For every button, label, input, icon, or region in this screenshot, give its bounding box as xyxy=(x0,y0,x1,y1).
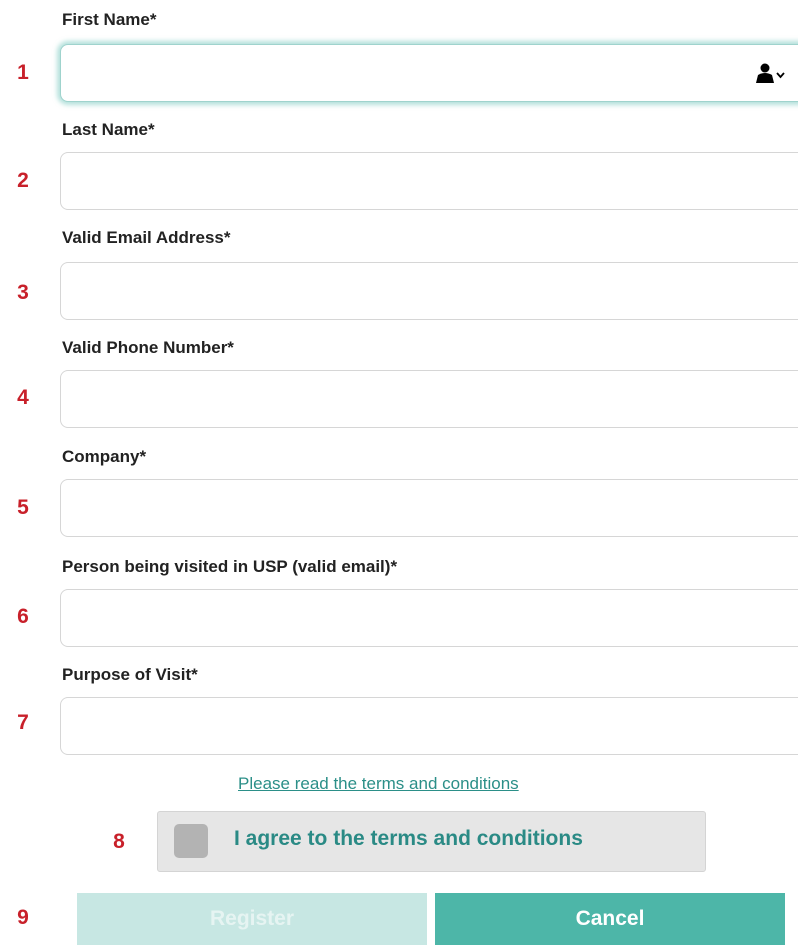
annotation-number: 2 xyxy=(17,169,29,192)
person-visited-input[interactable] xyxy=(75,590,739,648)
company-input[interactable] xyxy=(75,480,739,538)
purpose-input[interactable] xyxy=(75,698,739,756)
person-autofill-icon[interactable] xyxy=(755,62,787,84)
register-button[interactable]: Register xyxy=(77,893,427,945)
annotation-number: 9 xyxy=(17,906,29,929)
email-field[interactable] xyxy=(60,262,798,321)
annotation-number: 8 xyxy=(113,830,125,853)
person-visited-field[interactable] xyxy=(60,589,798,648)
annotation-number: 1 xyxy=(17,61,29,84)
purpose-label: Purpose of Visit* xyxy=(62,665,198,684)
annotation-number: 5 xyxy=(17,496,29,519)
annotation-number: 4 xyxy=(17,386,29,409)
first-name-field[interactable] xyxy=(60,44,798,103)
agree-label: I agree to the terms and conditions xyxy=(234,827,583,850)
phone-field[interactable] xyxy=(60,370,798,429)
last-name-label: Last Name* xyxy=(62,120,155,139)
first-name-label: First Name* xyxy=(62,10,157,29)
annotation-number: 7 xyxy=(17,711,29,734)
purpose-field[interactable] xyxy=(60,697,798,756)
email-input[interactable] xyxy=(75,263,739,321)
company-field[interactable] xyxy=(60,479,798,538)
terms-link[interactable]: Please read the terms and conditions xyxy=(238,774,519,794)
agree-terms-row[interactable]: I agree to the terms and conditions xyxy=(157,811,706,872)
annotation-number: 6 xyxy=(17,605,29,628)
person-visited-label: Person being visited in USP (valid email… xyxy=(62,557,398,576)
last-name-field[interactable] xyxy=(60,152,798,211)
phone-input[interactable] xyxy=(75,371,739,429)
email-label: Valid Email Address* xyxy=(62,228,231,247)
person-icon xyxy=(756,63,785,83)
first-name-input[interactable] xyxy=(75,45,739,103)
agree-checkbox[interactable] xyxy=(174,824,208,858)
last-name-input[interactable] xyxy=(75,153,739,211)
phone-label: Valid Phone Number* xyxy=(62,338,234,357)
cancel-button[interactable]: Cancel xyxy=(435,893,785,945)
annotation-number: 3 xyxy=(17,281,29,304)
company-label: Company* xyxy=(62,447,147,466)
